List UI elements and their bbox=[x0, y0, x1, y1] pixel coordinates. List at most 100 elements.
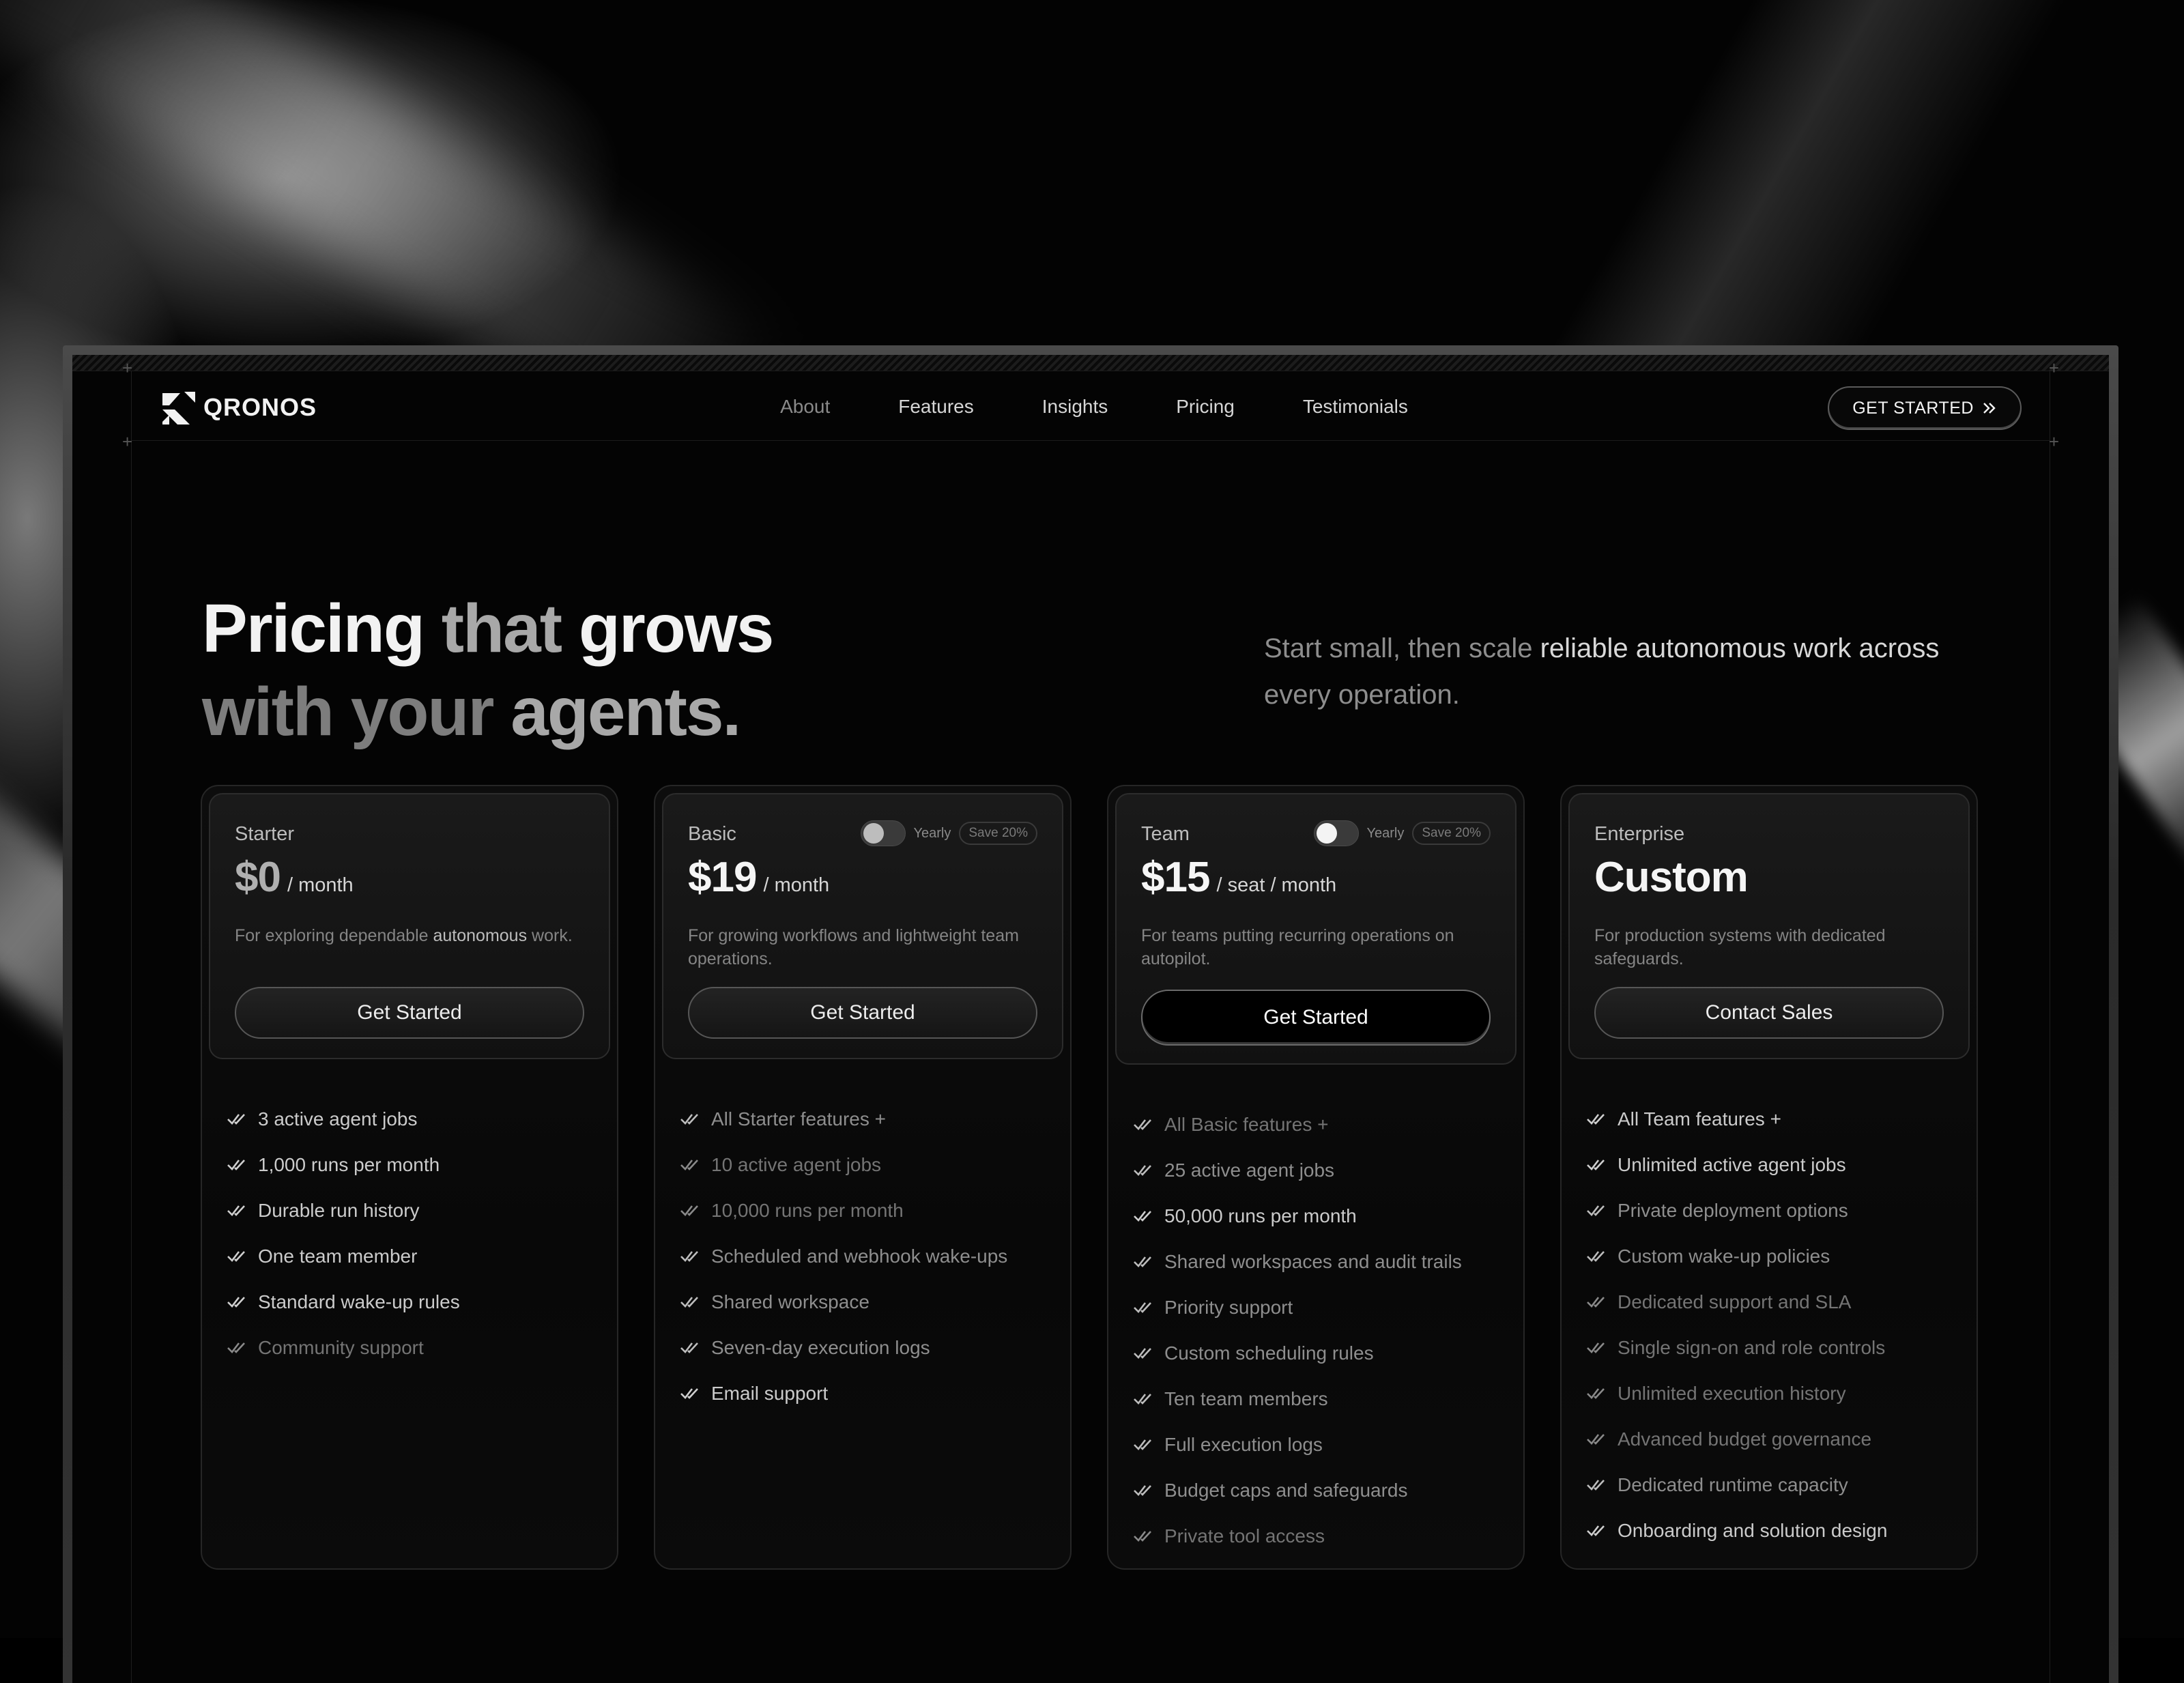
plan-description: For teams putting recurring operations o… bbox=[1141, 924, 1482, 970]
feature-item: Private deployment options bbox=[1586, 1188, 1887, 1233]
feature-text: All Starter features + bbox=[711, 1108, 886, 1130]
contact-sales-button[interactable]: Contact Sales bbox=[1594, 987, 1944, 1039]
double-check-icon bbox=[1133, 1346, 1153, 1361]
title-word: Pricing bbox=[202, 590, 424, 667]
feature-item: 3 active agent jobs bbox=[227, 1096, 460, 1142]
feature-text: Unlimited active agent jobs bbox=[1618, 1154, 1846, 1176]
feature-item: 1,000 runs per month bbox=[227, 1142, 460, 1188]
feature-text: Unlimited execution history bbox=[1618, 1383, 1846, 1405]
subtitle-part: reliable autonomous work across bbox=[1540, 633, 1940, 663]
feature-text: 10 active agent jobs bbox=[711, 1154, 881, 1176]
save-badge: Save 20% bbox=[959, 822, 1037, 845]
feature-item: Scheduled and webhook wake-ups bbox=[680, 1233, 1007, 1279]
plan-price: $0 bbox=[235, 853, 281, 902]
yearly-label: Yearly bbox=[914, 826, 951, 842]
double-check-icon bbox=[1133, 1437, 1153, 1452]
nav-link-about[interactable]: About bbox=[780, 396, 830, 418]
page-subtitle: Start small, then scale reliable autonom… bbox=[1264, 625, 1987, 718]
feature-item: Dedicated support and SLA bbox=[1586, 1279, 1887, 1325]
yearly-toggle[interactable] bbox=[861, 820, 906, 846]
double-check-icon bbox=[1133, 1163, 1153, 1178]
feature-text: 10,000 runs per month bbox=[711, 1200, 904, 1222]
feature-item: Ten team members bbox=[1133, 1376, 1462, 1422]
feature-item: Advanced budget governance bbox=[1586, 1416, 1887, 1462]
plan-description: For production systems with dedicated sa… bbox=[1594, 924, 1936, 970]
double-check-icon bbox=[1586, 1523, 1607, 1538]
billing-toggle: Yearly Save 20% bbox=[861, 820, 1037, 846]
page-title: Pricing that growswith your agents. bbox=[202, 587, 773, 753]
plan-card-enterprise: Enterprise Custom For production systems… bbox=[1560, 785, 1978, 1570]
feature-item: All Team features + bbox=[1586, 1096, 1887, 1142]
get-started-button[interactable]: Get Started bbox=[235, 987, 584, 1039]
double-check-icon bbox=[1586, 1249, 1607, 1264]
feature-text: Standard wake-up rules bbox=[258, 1291, 460, 1313]
toggle-knob bbox=[1317, 823, 1337, 844]
feature-item: Budget caps and safeguards bbox=[1133, 1467, 1462, 1513]
plan-header: Enterprise Custom For production systems… bbox=[1568, 793, 1970, 1059]
double-check-icon bbox=[1133, 1483, 1153, 1498]
feature-text: All Team features + bbox=[1618, 1108, 1781, 1130]
nav-link-features[interactable]: Features bbox=[898, 396, 974, 418]
feature-list: All Starter features + 10 active agent j… bbox=[680, 1096, 1007, 1416]
nav-link-insights[interactable]: Insights bbox=[1042, 396, 1108, 418]
feature-item: Email support bbox=[680, 1370, 1007, 1416]
plan-tier: Enterprise bbox=[1594, 823, 1684, 846]
plan-card-starter: Starter $0 / month For exploring dependa… bbox=[201, 785, 618, 1570]
nav-link-testimonials[interactable]: Testimonials bbox=[1303, 396, 1408, 418]
price-row: $19 / month bbox=[688, 853, 829, 902]
plan-card-basic: Basic Yearly Save 20% $19 / month For gr… bbox=[654, 785, 1072, 1570]
hatch-border bbox=[72, 355, 2109, 371]
feature-text: Custom scheduling rules bbox=[1164, 1342, 1374, 1364]
yearly-toggle[interactable] bbox=[1314, 820, 1359, 846]
plan-description: For growing workflows and lightweight te… bbox=[688, 924, 1029, 970]
feature-text: Scheduled and webhook wake-ups bbox=[711, 1246, 1007, 1267]
double-check-icon bbox=[227, 1203, 247, 1218]
double-check-icon bbox=[1586, 1340, 1607, 1355]
double-check-icon bbox=[1133, 1392, 1153, 1407]
double-check-icon bbox=[680, 1249, 700, 1264]
double-check-icon bbox=[680, 1386, 700, 1401]
feature-text: Shared workspace bbox=[711, 1291, 870, 1313]
double-check-icon bbox=[1133, 1209, 1153, 1224]
double-check-icon bbox=[1586, 1478, 1607, 1493]
get-started-button[interactable]: Get Started bbox=[1141, 990, 1491, 1046]
feature-text: Onboarding and solution design bbox=[1618, 1520, 1887, 1542]
feature-item: 50,000 runs per month bbox=[1133, 1193, 1462, 1239]
feature-text: Dedicated runtime capacity bbox=[1618, 1474, 1848, 1496]
feature-text: Private tool access bbox=[1164, 1525, 1325, 1547]
feature-text: 1,000 runs per month bbox=[258, 1154, 440, 1176]
get-started-nav-label: GET STARTED bbox=[1852, 399, 1974, 418]
feature-item: Standard wake-up rules bbox=[227, 1279, 460, 1325]
feature-list: All Team features + Unlimited active age… bbox=[1586, 1096, 1887, 1553]
save-badge: Save 20% bbox=[1412, 822, 1491, 845]
feature-text: 50,000 runs per month bbox=[1164, 1205, 1357, 1227]
double-check-icon bbox=[227, 1157, 247, 1173]
get-started-nav-button[interactable]: GET STARTED bbox=[1828, 386, 2022, 430]
double-check-icon bbox=[227, 1249, 247, 1264]
feature-item: Single sign-on and role controls bbox=[1586, 1325, 1887, 1370]
double-chevron-right-icon bbox=[1982, 401, 1997, 415]
price-row: $0 / month bbox=[235, 853, 354, 902]
double-check-icon bbox=[1133, 1117, 1153, 1132]
plan-period: / month bbox=[287, 874, 354, 897]
feature-list: All Basic features + 25 active agent job… bbox=[1133, 1102, 1462, 1559]
plan-header: Basic Yearly Save 20% $19 / month For gr… bbox=[662, 793, 1063, 1059]
double-check-icon bbox=[1133, 1529, 1153, 1544]
subtitle-part: every operation. bbox=[1264, 680, 1460, 710]
nav-link-pricing[interactable]: Pricing bbox=[1176, 396, 1235, 418]
top-nav: QRONOS About Features Insights Pricing T… bbox=[131, 371, 2050, 441]
feature-item: Priority support bbox=[1133, 1284, 1462, 1330]
feature-text: Advanced budget governance bbox=[1618, 1428, 1871, 1450]
desc-part: For exploring dependable bbox=[235, 926, 433, 945]
feature-text: Priority support bbox=[1164, 1297, 1293, 1319]
double-check-icon bbox=[680, 1340, 700, 1355]
double-check-icon bbox=[680, 1295, 700, 1310]
get-started-button[interactable]: Get Started bbox=[688, 987, 1037, 1039]
feature-text: Seven-day execution logs bbox=[711, 1337, 930, 1359]
feature-item: Unlimited active agent jobs bbox=[1586, 1142, 1887, 1188]
plan-period: / seat / month bbox=[1216, 874, 1336, 897]
feature-item: 10,000 runs per month bbox=[680, 1188, 1007, 1233]
feature-text: Community support bbox=[258, 1337, 424, 1359]
price-row: Custom bbox=[1594, 853, 1748, 902]
double-check-icon bbox=[1133, 1300, 1153, 1315]
